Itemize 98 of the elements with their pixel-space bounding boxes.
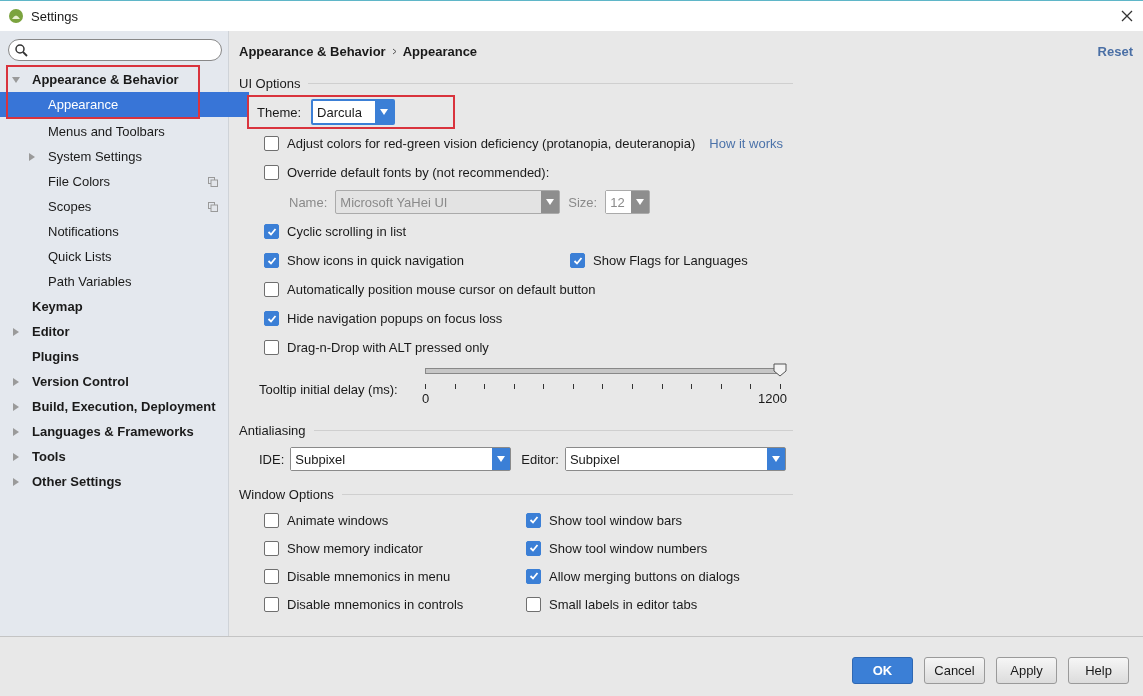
check-mark-icon [266,226,277,237]
check-mark-icon [528,571,539,581]
checkbox-label: Automatically position mouse cursor on default button [287,282,596,297]
dialog-button[interactable]: Help [1068,657,1129,684]
checkbox-label: Small labels in editor tabs [549,596,698,612]
tree-item[interactable]: Plugins [0,344,228,369]
checkbox[interactable] [570,253,585,268]
tree-item[interactable]: System Settings [0,144,228,169]
dropdown-arrow-icon [635,199,644,205]
checkbox[interactable] [264,311,279,326]
checkbox-label: Override default fonts by (not recommended): [287,165,550,180]
tree-item[interactable]: Path Variables [0,269,228,294]
dialog-button[interactable]: OK [852,657,913,684]
collapsed-arrow-icon[interactable] [12,377,20,386]
tree-item[interactable]: Languages & Frameworks [0,419,228,444]
checkbox-label: Adjust colors for red-green vision deficiency (protanopia, deuteranopia) [287,136,696,151]
check-mark-icon [572,255,583,266]
tree-item[interactable]: Version Control [0,369,228,394]
theme-dropdown[interactable]: Darcula [311,99,396,125]
font-size-label: Size: [568,194,598,210]
theme-label: Theme: [257,104,302,120]
checkbox-label: Show Flags for Languages [593,253,748,268]
checkbox[interactable] [264,596,279,612]
checkbox[interactable] [526,568,541,584]
checkbox[interactable] [264,165,279,180]
antialiasing-dropdown[interactable]: Subpixel [564,447,786,471]
checkbox[interactable] [264,340,279,355]
checkbox-label: Hide navigation popups on focus loss [287,311,503,326]
dropdown-arrow-icon [546,199,555,205]
tree-item[interactable]: Menus and Toolbars [0,119,228,144]
slider-max-label: 1200 [758,391,787,406]
collapsed-arrow-icon[interactable] [12,452,20,461]
breadcrumb-item: Appearance & Behavior [239,43,386,59]
search-icon [15,43,28,57]
search-field[interactable] [8,39,222,61]
checkbox[interactable] [264,253,279,268]
tree-item[interactable]: Quick Lists [0,244,228,269]
tree-item[interactable]: Appearance & Behavior [0,67,233,92]
section-title: UI Options [239,75,301,91]
checkbox-label: Show tool window numbers [549,540,708,556]
checkbox[interactable] [264,512,279,528]
tree-item[interactable]: Build, Execution, Deployment [0,394,228,419]
close-icon[interactable] [1121,10,1133,22]
slider-min-label: 0 [422,391,430,406]
font-name-label: Name: [289,194,328,210]
tree-item[interactable]: Scopes [0,194,228,219]
collapsed-arrow-icon[interactable] [12,477,20,486]
dropdown-arrow-icon [771,456,780,462]
checkbox[interactable] [526,540,541,556]
checkbox-label: Cyclic scrolling in list [287,224,407,239]
dropdown-arrow-icon [497,456,506,462]
checkbox[interactable] [264,540,279,556]
checkbox-label: Show memory indicator [287,540,423,556]
checkbox[interactable] [264,224,279,239]
reset-link[interactable]: Reset [1097,43,1133,59]
how-it-works-link[interactable]: How it works [709,136,783,151]
collapsed-arrow-icon[interactable] [12,327,20,336]
dialog-button[interactable]: Cancel [924,657,985,684]
dialog-button[interactable]: Apply [996,657,1057,684]
check-mark-icon [266,313,277,324]
section-title: Antialiasing [239,422,306,438]
android-app-icon [8,8,24,24]
checkbox[interactable] [526,596,541,612]
slider-label: Tooltip initial delay (ms): [259,382,399,397]
antialiasing-dropdown[interactable]: Subpixel [290,447,512,471]
checkbox[interactable] [526,512,541,528]
dropdown-label: IDE: [259,451,285,467]
collapsed-arrow-icon[interactable] [28,152,36,161]
check-mark-icon [528,515,539,525]
tree-item[interactable]: Keymap [0,294,228,319]
breadcrumb-item: Appearance [402,43,478,59]
checkbox[interactable] [264,136,279,151]
checkbox-label: Disable mnemonics in menu [287,568,451,584]
slider-thumb[interactable] [773,363,787,377]
tree-item[interactable]: File Colors [0,169,228,194]
checkbox[interactable] [264,568,279,584]
tree-item[interactable]: Other Settings [0,469,228,494]
check-mark-icon [266,255,277,266]
checkbox[interactable] [264,282,279,297]
collapsed-arrow-icon[interactable] [12,427,20,436]
checkbox-label: Allow merging buttons on dialogs [549,568,740,584]
tree-item[interactable]: Tools [0,444,228,469]
checkbox-label: Show tool window bars [549,512,682,528]
checkbox-label: Animate windows [287,512,389,528]
tree-item[interactable]: Notifications [0,219,228,244]
expanded-arrow-icon[interactable] [12,75,20,84]
section-title: Window Options [239,486,334,502]
checkbox-label: Show icons in quick navigation [287,253,465,268]
tree-item[interactable]: Appearance [0,92,249,117]
chevron-icon [391,47,397,55]
dropdown-label: Editor: [521,451,559,467]
check-mark-icon [528,543,539,553]
dropdown-arrow-icon [380,109,389,115]
checkbox-label: Drag-n-Drop with ALT pressed only [287,340,489,355]
checkbox-label: Disable mnemonics in controls [287,596,464,612]
tree-item[interactable]: Editor [0,319,228,344]
collapsed-arrow-icon[interactable] [12,402,20,411]
window-title: Settings [31,8,78,24]
